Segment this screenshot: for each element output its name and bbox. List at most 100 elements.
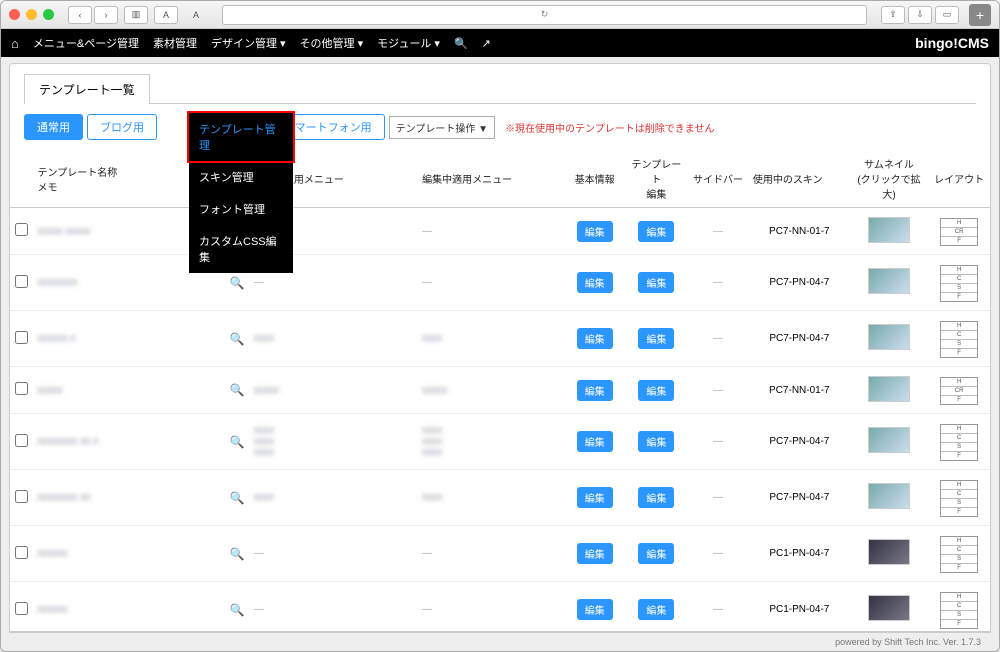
row-search-icon[interactable]: 🔍 (224, 526, 250, 582)
tab-template-list[interactable]: テンプレート一覧 (24, 74, 150, 104)
skin-name: PC1-PN-04-7 (749, 526, 850, 582)
url-bar[interactable]: ↻ (222, 5, 867, 25)
brand-logo: bingo!CMS (915, 35, 989, 51)
thumbnail[interactable] (850, 526, 928, 582)
col-header (10, 150, 34, 208)
row-checkbox[interactable] (10, 367, 34, 414)
thumbnail[interactable] (850, 255, 928, 311)
close-icon[interactable] (9, 9, 20, 20)
content-area: テンプレート管理 スキン管理 フォント管理 カスタムCSS編集 テンプレート一覧… (1, 57, 999, 651)
menu-item-module[interactable]: モジュール ▾ (377, 35, 440, 51)
published-menu: xxxx (250, 311, 418, 367)
text-size-a2[interactable]: A (184, 6, 208, 24)
thumbnail[interactable] (850, 311, 928, 367)
template-edit[interactable]: 編集 (626, 414, 688, 470)
nav-buttons: ‹ › (68, 6, 118, 24)
row-search-icon[interactable]: 🔍 (224, 582, 250, 632)
editing-menu: — (418, 526, 564, 582)
dropdown-font-mgmt[interactable]: フォント管理 (189, 193, 293, 225)
row-checkbox[interactable] (10, 470, 34, 526)
table-header: テンプレート名称メモ公開中適用メニュー編集中適用メニュー基本情報テンプレート編集… (10, 150, 990, 208)
row-checkbox[interactable] (10, 414, 34, 470)
app-window: ‹ › ▥ A A ↻ ⇪ ⇩ ▭ + ⌂ メニュー&ページ管理 素材管理 デザ… (0, 0, 1000, 652)
row-checkbox[interactable] (10, 255, 34, 311)
zoom-icon[interactable] (43, 9, 54, 20)
table-body: xxxxx xxxxx🔍——編集編集—PC7-NN-01-7HCRFxxxxxx… (10, 208, 990, 632)
template-edit[interactable]: 編集 (626, 582, 688, 632)
table-row: xxxxxx🔍——編集編集—PC1-PN-04-7HCSF (10, 526, 990, 582)
row-checkbox[interactable] (10, 311, 34, 367)
menu-item-pages[interactable]: メニュー&ページ管理 (33, 35, 139, 51)
new-tab-button[interactable]: + (969, 4, 991, 26)
layout-preview: HCSF (928, 526, 990, 582)
traffic-lights (9, 9, 54, 20)
toolbar-right: ⇪ ⇩ ▭ (881, 6, 959, 24)
basic-info-edit[interactable]: 編集 (564, 470, 626, 526)
dropdown-skin-mgmt[interactable]: スキン管理 (189, 161, 293, 193)
row-search-icon[interactable]: 🔍 (224, 367, 250, 414)
template-name: xxxxxx (34, 526, 225, 582)
table-row: xxxxxx🔍——編集編集—PC1-PN-04-7HCSF (10, 582, 990, 632)
dropdown-custom-css[interactable]: カスタムCSS編集 (189, 225, 293, 273)
template-edit[interactable]: 編集 (626, 311, 688, 367)
skin-name: PC7-PN-04-7 (749, 470, 850, 526)
row-search-icon[interactable]: 🔍 (224, 311, 250, 367)
row-checkbox[interactable] (10, 582, 34, 632)
thumbnail[interactable] (850, 208, 928, 255)
basic-info-edit[interactable]: 編集 (564, 582, 626, 632)
basic-info-edit[interactable]: 編集 (564, 367, 626, 414)
row-search-icon[interactable]: 🔍 (224, 414, 250, 470)
col-header: レイアウト (928, 150, 990, 208)
thumbnail[interactable] (850, 582, 928, 632)
published-menu: xxxx (250, 470, 418, 526)
row-checkbox[interactable] (10, 526, 34, 582)
download-icon[interactable]: ⇩ (908, 6, 932, 24)
menu-item-other[interactable]: その他管理 ▾ (300, 35, 364, 51)
template-edit[interactable]: 編集 (626, 367, 688, 414)
col-header: テンプレート編集 (626, 150, 688, 208)
template-name: xxxxxx (34, 582, 225, 632)
template-op-select[interactable]: テンプレート操作 ▼ (389, 116, 495, 139)
published-menu: — (250, 526, 418, 582)
share-icon[interactable]: ⇪ (881, 6, 905, 24)
thumbnail[interactable] (850, 470, 928, 526)
forward-button[interactable]: › (94, 6, 118, 24)
sidebar-toggle-icon[interactable]: ▥ (124, 6, 148, 24)
basic-info-edit[interactable]: 編集 (564, 526, 626, 582)
menu-item-assets[interactable]: 素材管理 (153, 35, 197, 51)
basic-info-edit[interactable]: 編集 (564, 208, 626, 255)
row-checkbox[interactable] (10, 208, 34, 255)
template-edit[interactable]: 編集 (626, 470, 688, 526)
text-size-a[interactable]: A (154, 6, 178, 24)
basic-info-edit[interactable]: 編集 (564, 255, 626, 311)
editing-menu: — (418, 582, 564, 632)
skin-name: PC7-PN-04-7 (749, 414, 850, 470)
reload-icon[interactable]: ↻ (541, 9, 549, 20)
home-icon[interactable]: ⌂ (11, 36, 19, 51)
basic-info-edit[interactable]: 編集 (564, 414, 626, 470)
row-search-icon[interactable]: 🔍 (224, 470, 250, 526)
design-dropdown: テンプレート管理 スキン管理 フォント管理 カスタムCSS編集 (189, 113, 293, 273)
pill-normal[interactable]: 通常用 (24, 114, 83, 140)
sidebar-cell: — (687, 526, 749, 582)
pill-blog[interactable]: ブログ用 (87, 114, 157, 140)
skin-name: PC7-PN-04-7 (749, 311, 850, 367)
external-icon[interactable]: ↗ (482, 37, 491, 50)
col-header: サムネイル(クリックで拡大) (850, 150, 928, 208)
template-name: xxxxxx x (34, 311, 225, 367)
layout-preview: HCSF (928, 414, 990, 470)
titlebar: ‹ › ▥ A A ↻ ⇪ ⇩ ▭ + (1, 1, 999, 29)
template-edit[interactable]: 編集 (626, 208, 688, 255)
template-edit[interactable]: 編集 (626, 526, 688, 582)
template-edit[interactable]: 編集 (626, 255, 688, 311)
back-button[interactable]: ‹ (68, 6, 92, 24)
tabs-icon[interactable]: ▭ (935, 6, 959, 24)
minimize-icon[interactable] (26, 9, 37, 20)
layout-preview: HCRF (928, 208, 990, 255)
search-icon[interactable]: 🔍 (454, 37, 468, 50)
thumbnail[interactable] (850, 367, 928, 414)
thumbnail[interactable] (850, 414, 928, 470)
menu-item-design[interactable]: デザイン管理 ▾ (211, 35, 286, 51)
basic-info-edit[interactable]: 編集 (564, 311, 626, 367)
dropdown-template-mgmt[interactable]: テンプレート管理 (187, 111, 295, 163)
